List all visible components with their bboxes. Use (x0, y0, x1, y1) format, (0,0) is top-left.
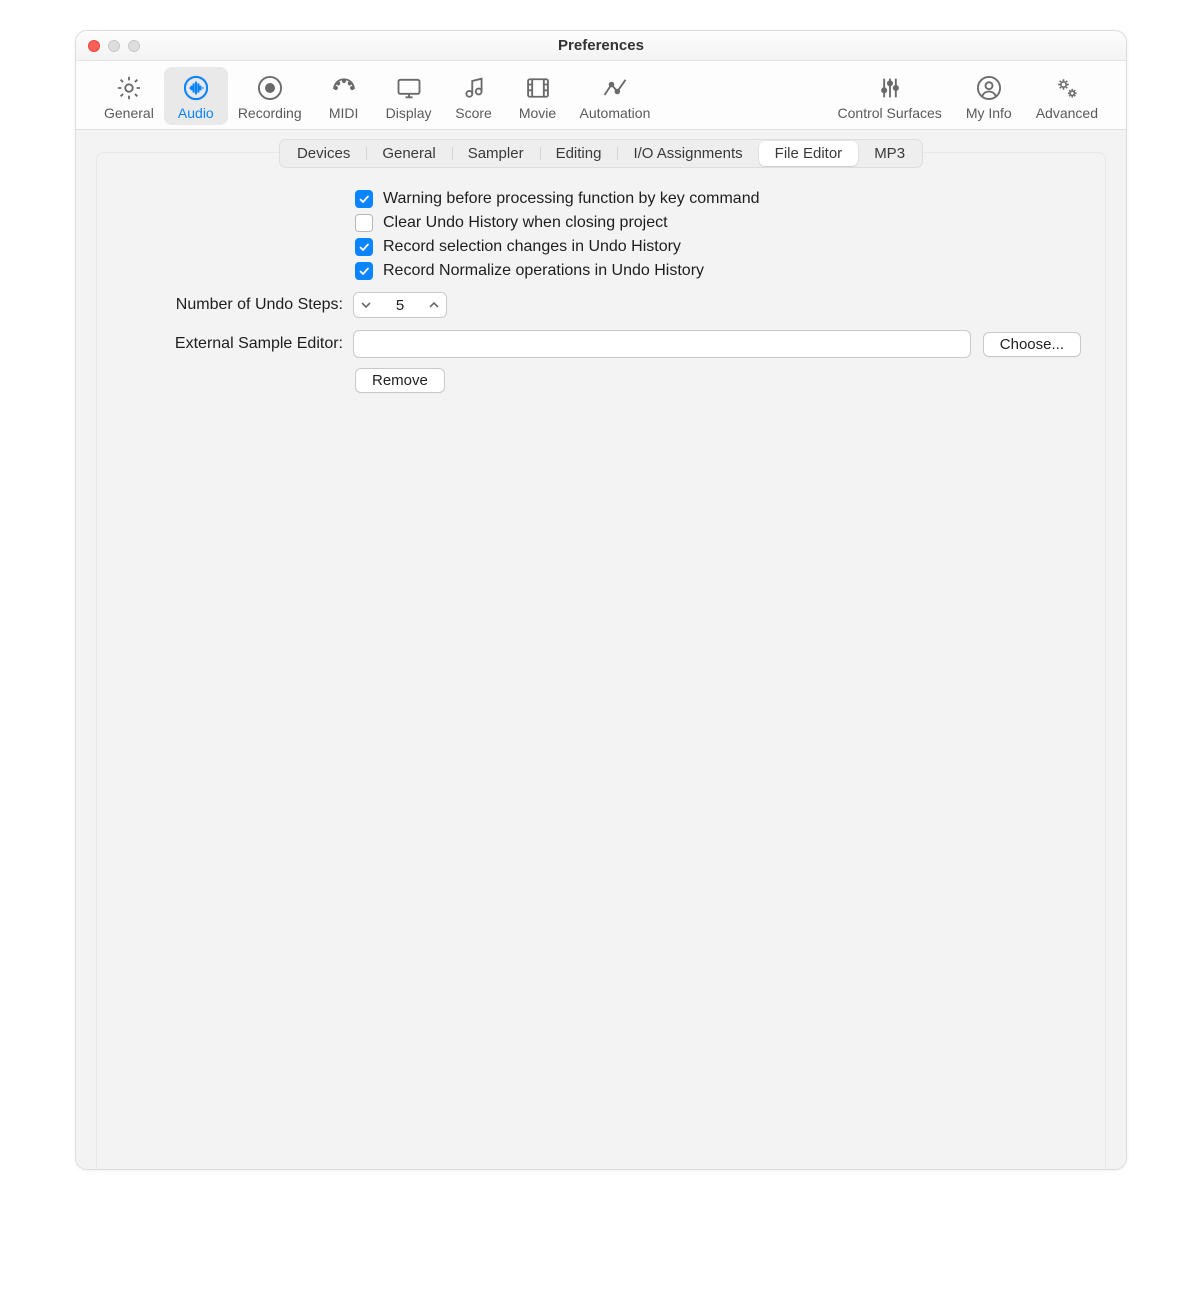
checkbox-label: Record selection changes in Undo History (383, 238, 681, 256)
recording-icon (255, 73, 285, 103)
movie-icon (523, 73, 553, 103)
toolbar-tab-label: MIDI (329, 105, 359, 121)
external-editor-path-field[interactable] (353, 330, 971, 358)
checkbox[interactable] (355, 262, 373, 280)
checkbox[interactable] (355, 238, 373, 256)
undo-steps-label: Number of Undo Steps: (121, 296, 353, 314)
toolbar-tab-label: Score (455, 105, 492, 121)
toolbar-tab-label: Movie (519, 105, 556, 121)
toolbar-tab-display[interactable]: Display (376, 67, 442, 125)
toolbar-tab-label: My Info (966, 105, 1012, 121)
audio-icon (181, 73, 211, 103)
toolbar-tab-automation[interactable]: Automation (570, 67, 661, 125)
myinfo-icon (974, 73, 1004, 103)
checkbox-label: Record Normalize operations in Undo Hist… (383, 262, 704, 280)
checkbox-label: Clear Undo History when closing project (383, 214, 668, 232)
toolbar-tab-midi[interactable]: MIDI (312, 67, 376, 125)
undo-steps-value: 5 (378, 297, 422, 314)
toolbar-tab-label: Automation (580, 105, 651, 121)
window-title: Preferences (76, 37, 1126, 54)
titlebar: Preferences (76, 31, 1126, 61)
toolbar-tab-advanced[interactable]: Advanced (1026, 67, 1108, 125)
file-editor-settings: Warning before processing function by ke… (121, 190, 1081, 393)
remove-button[interactable]: Remove (355, 368, 445, 393)
preferences-window: Preferences General Audio Recording MIDI Dis… (75, 30, 1127, 1170)
preferences-body: DevicesGeneralSamplerEditingI/O Assignme… (76, 130, 1126, 1169)
subtab-mp3[interactable]: MP3 (858, 141, 921, 166)
subtab-devices[interactable]: Devices (281, 141, 366, 166)
advanced-icon (1052, 73, 1082, 103)
checkbox[interactable] (355, 214, 373, 232)
toolbar-tab-score[interactable]: Score (442, 67, 506, 125)
subtab-sampler[interactable]: Sampler (452, 141, 540, 166)
toolbar-tab-audio[interactable]: Audio (164, 67, 228, 125)
external-editor-label: External Sample Editor: (121, 335, 353, 353)
toolbar-tab-label: Recording (238, 105, 302, 121)
preferences-toolbar: General Audio Recording MIDI Display Score Mov… (76, 61, 1126, 130)
toolbar-tab-recording[interactable]: Recording (228, 67, 312, 125)
subtab-i-o-assignments[interactable]: I/O Assignments (617, 141, 758, 166)
toolbar-tab-label: Display (386, 105, 432, 121)
midi-icon (329, 73, 359, 103)
toolbar-tab-label: Advanced (1036, 105, 1098, 121)
checkbox-row: Record Normalize operations in Undo Hist… (355, 262, 1081, 280)
toolbar-tab-label: Control Surfaces (838, 105, 942, 121)
checkbox-label: Warning before processing function by ke… (383, 190, 759, 208)
checkbox-row: Record selection changes in Undo History (355, 238, 1081, 256)
subtab-editing[interactable]: Editing (540, 141, 618, 166)
stepper-down-button[interactable] (354, 293, 378, 317)
toolbar-tab-movie[interactable]: Movie (506, 67, 570, 125)
subtabs: DevicesGeneralSamplerEditingI/O Assignme… (119, 139, 1083, 168)
toolbar-tab-label: Audio (178, 105, 214, 121)
undo-steps-stepper[interactable]: 5 (353, 292, 447, 318)
choose-button[interactable]: Choose... (983, 332, 1081, 357)
automation-icon (600, 73, 630, 103)
subtab-general[interactable]: General (366, 141, 451, 166)
toolbar-tab-label: General (104, 105, 154, 121)
checkbox[interactable] (355, 190, 373, 208)
toolbar-tab-myinfo[interactable]: My Info (956, 67, 1022, 125)
score-icon (459, 73, 489, 103)
general-icon (114, 73, 144, 103)
checkbox-row: Warning before processing function by ke… (355, 190, 1081, 208)
checkbox-row: Clear Undo History when closing project (355, 214, 1081, 232)
toolbar-tab-surfaces[interactable]: Control Surfaces (828, 67, 952, 125)
subtab-file-editor[interactable]: File Editor (759, 141, 859, 166)
toolbar-tab-general[interactable]: General (94, 67, 164, 125)
display-icon (394, 73, 424, 103)
stepper-up-button[interactable] (422, 293, 446, 317)
audio-file-editor-panel: DevicesGeneralSamplerEditingI/O Assignme… (96, 152, 1106, 1169)
surfaces-icon (875, 73, 905, 103)
